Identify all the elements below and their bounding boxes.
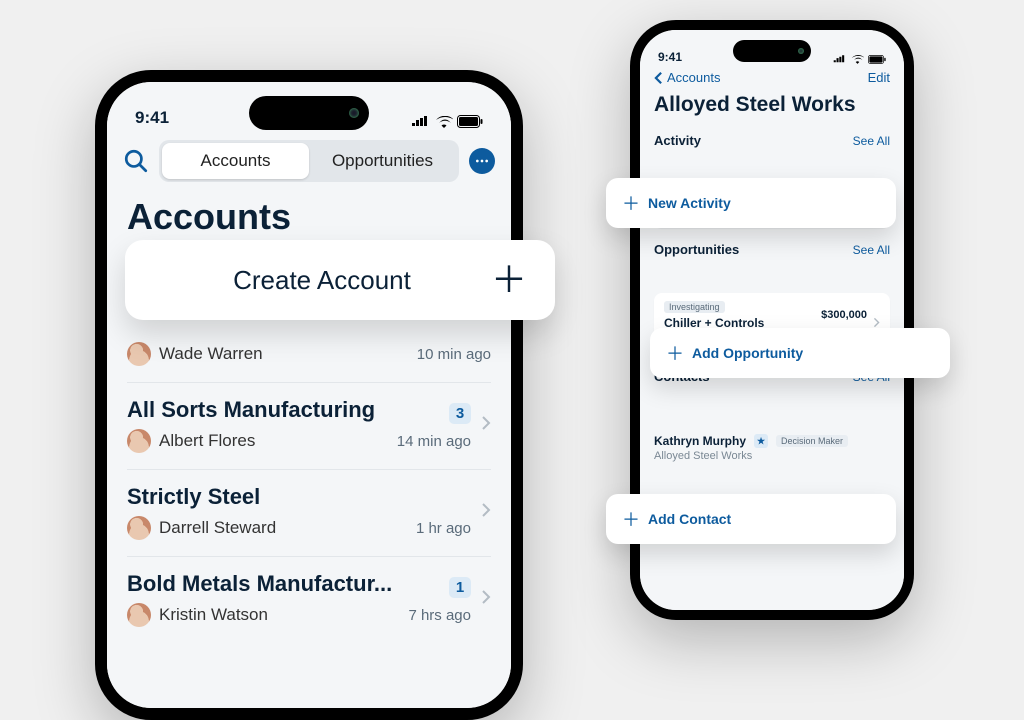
chevron-right-icon bbox=[481, 589, 491, 610]
segmented-control: Accounts Opportunities bbox=[159, 140, 459, 182]
contact-company: Alloyed Steel Works bbox=[654, 450, 890, 462]
account-row[interactable]: Bold Metals Manufactur... 1 Kristin Wats… bbox=[127, 557, 491, 643]
chevron-right-icon bbox=[481, 502, 491, 523]
status-time: 9:41 bbox=[658, 50, 682, 64]
account-time: 14 min ago bbox=[397, 433, 471, 450]
account-time: 1 hr ago bbox=[416, 520, 471, 537]
plus-icon: ＋ bbox=[666, 340, 684, 366]
count-badge: 3 bbox=[449, 403, 471, 424]
plus-icon: ＋ bbox=[491, 262, 527, 298]
star-icon: ★ bbox=[754, 434, 768, 448]
detail-title: Alloyed Steel Works bbox=[640, 89, 904, 125]
add-opportunity-button[interactable]: ＋ Add Opportunity bbox=[650, 328, 950, 378]
contact-role-tag: Decision Maker bbox=[776, 435, 848, 447]
account-row[interactable]: Strictly Steel Darrell Steward 1 hr ago bbox=[127, 470, 491, 557]
avatar bbox=[127, 603, 151, 627]
add-contact-button[interactable]: ＋ Add Contact bbox=[606, 494, 896, 544]
account-person: Darrell Steward bbox=[159, 518, 276, 538]
account-time: 10 min ago bbox=[417, 346, 491, 363]
status-icons bbox=[411, 115, 483, 128]
new-activity-button[interactable]: ＋ New Activity bbox=[606, 178, 896, 228]
new-activity-label: New Activity bbox=[648, 195, 731, 211]
contact-name: Kathryn Murphy bbox=[654, 434, 746, 448]
status-time: 9:41 bbox=[135, 108, 169, 128]
section-title-opportunities: Opportunities bbox=[654, 242, 739, 257]
phone-accounts: 9:41 Accounts Opportunities Accounts bbox=[95, 70, 523, 720]
see-all-activity[interactable]: See All bbox=[853, 134, 890, 148]
account-row[interactable]: Wade Warren 10 min ago bbox=[127, 336, 491, 383]
section-title-activity: Activity bbox=[654, 133, 701, 148]
contact-item[interactable]: Kathryn Murphy ★ Decision Maker Alloyed … bbox=[640, 432, 904, 464]
opportunity-amount: $300,000 bbox=[821, 309, 867, 321]
add-contact-label: Add Contact bbox=[648, 511, 731, 527]
plus-icon: ＋ bbox=[622, 190, 640, 216]
back-button[interactable]: Accounts bbox=[654, 70, 720, 85]
account-person: Kristin Watson bbox=[159, 605, 268, 625]
notch bbox=[249, 96, 369, 130]
account-person: Albert Flores bbox=[159, 431, 255, 451]
plus-icon: ＋ bbox=[622, 506, 640, 532]
see-all-opportunities[interactable]: See All bbox=[853, 243, 890, 257]
count-badge: 1 bbox=[449, 577, 471, 598]
account-person: Wade Warren bbox=[159, 344, 263, 364]
edit-button[interactable]: Edit bbox=[868, 70, 890, 85]
account-name: Bold Metals Manufactur... bbox=[127, 571, 392, 597]
account-name: All Sorts Manufacturing bbox=[127, 397, 375, 423]
avatar bbox=[127, 429, 151, 453]
avatar bbox=[127, 342, 151, 366]
notch bbox=[733, 40, 811, 62]
account-name: Strictly Steel bbox=[127, 484, 471, 510]
create-account-label: Create Account bbox=[153, 265, 491, 296]
more-button[interactable] bbox=[469, 148, 495, 174]
account-list: Wade Warren 10 min ago All Sorts Manufac… bbox=[107, 336, 511, 643]
account-row[interactable]: All Sorts Manufacturing 3 Albert Flores … bbox=[127, 383, 491, 470]
account-time: 7 hrs ago bbox=[408, 607, 471, 624]
back-label: Accounts bbox=[667, 70, 720, 85]
tab-opportunities[interactable]: Opportunities bbox=[309, 143, 456, 179]
status-icons bbox=[833, 55, 886, 64]
chevron-right-icon bbox=[481, 415, 491, 436]
tab-accounts[interactable]: Accounts bbox=[162, 143, 309, 179]
opportunity-stage-tag: Investigating bbox=[664, 301, 725, 313]
search-icon[interactable] bbox=[123, 148, 149, 174]
avatar bbox=[127, 516, 151, 540]
create-account-button[interactable]: Create Account ＋ bbox=[125, 240, 555, 320]
add-opportunity-label: Add Opportunity bbox=[692, 345, 803, 361]
